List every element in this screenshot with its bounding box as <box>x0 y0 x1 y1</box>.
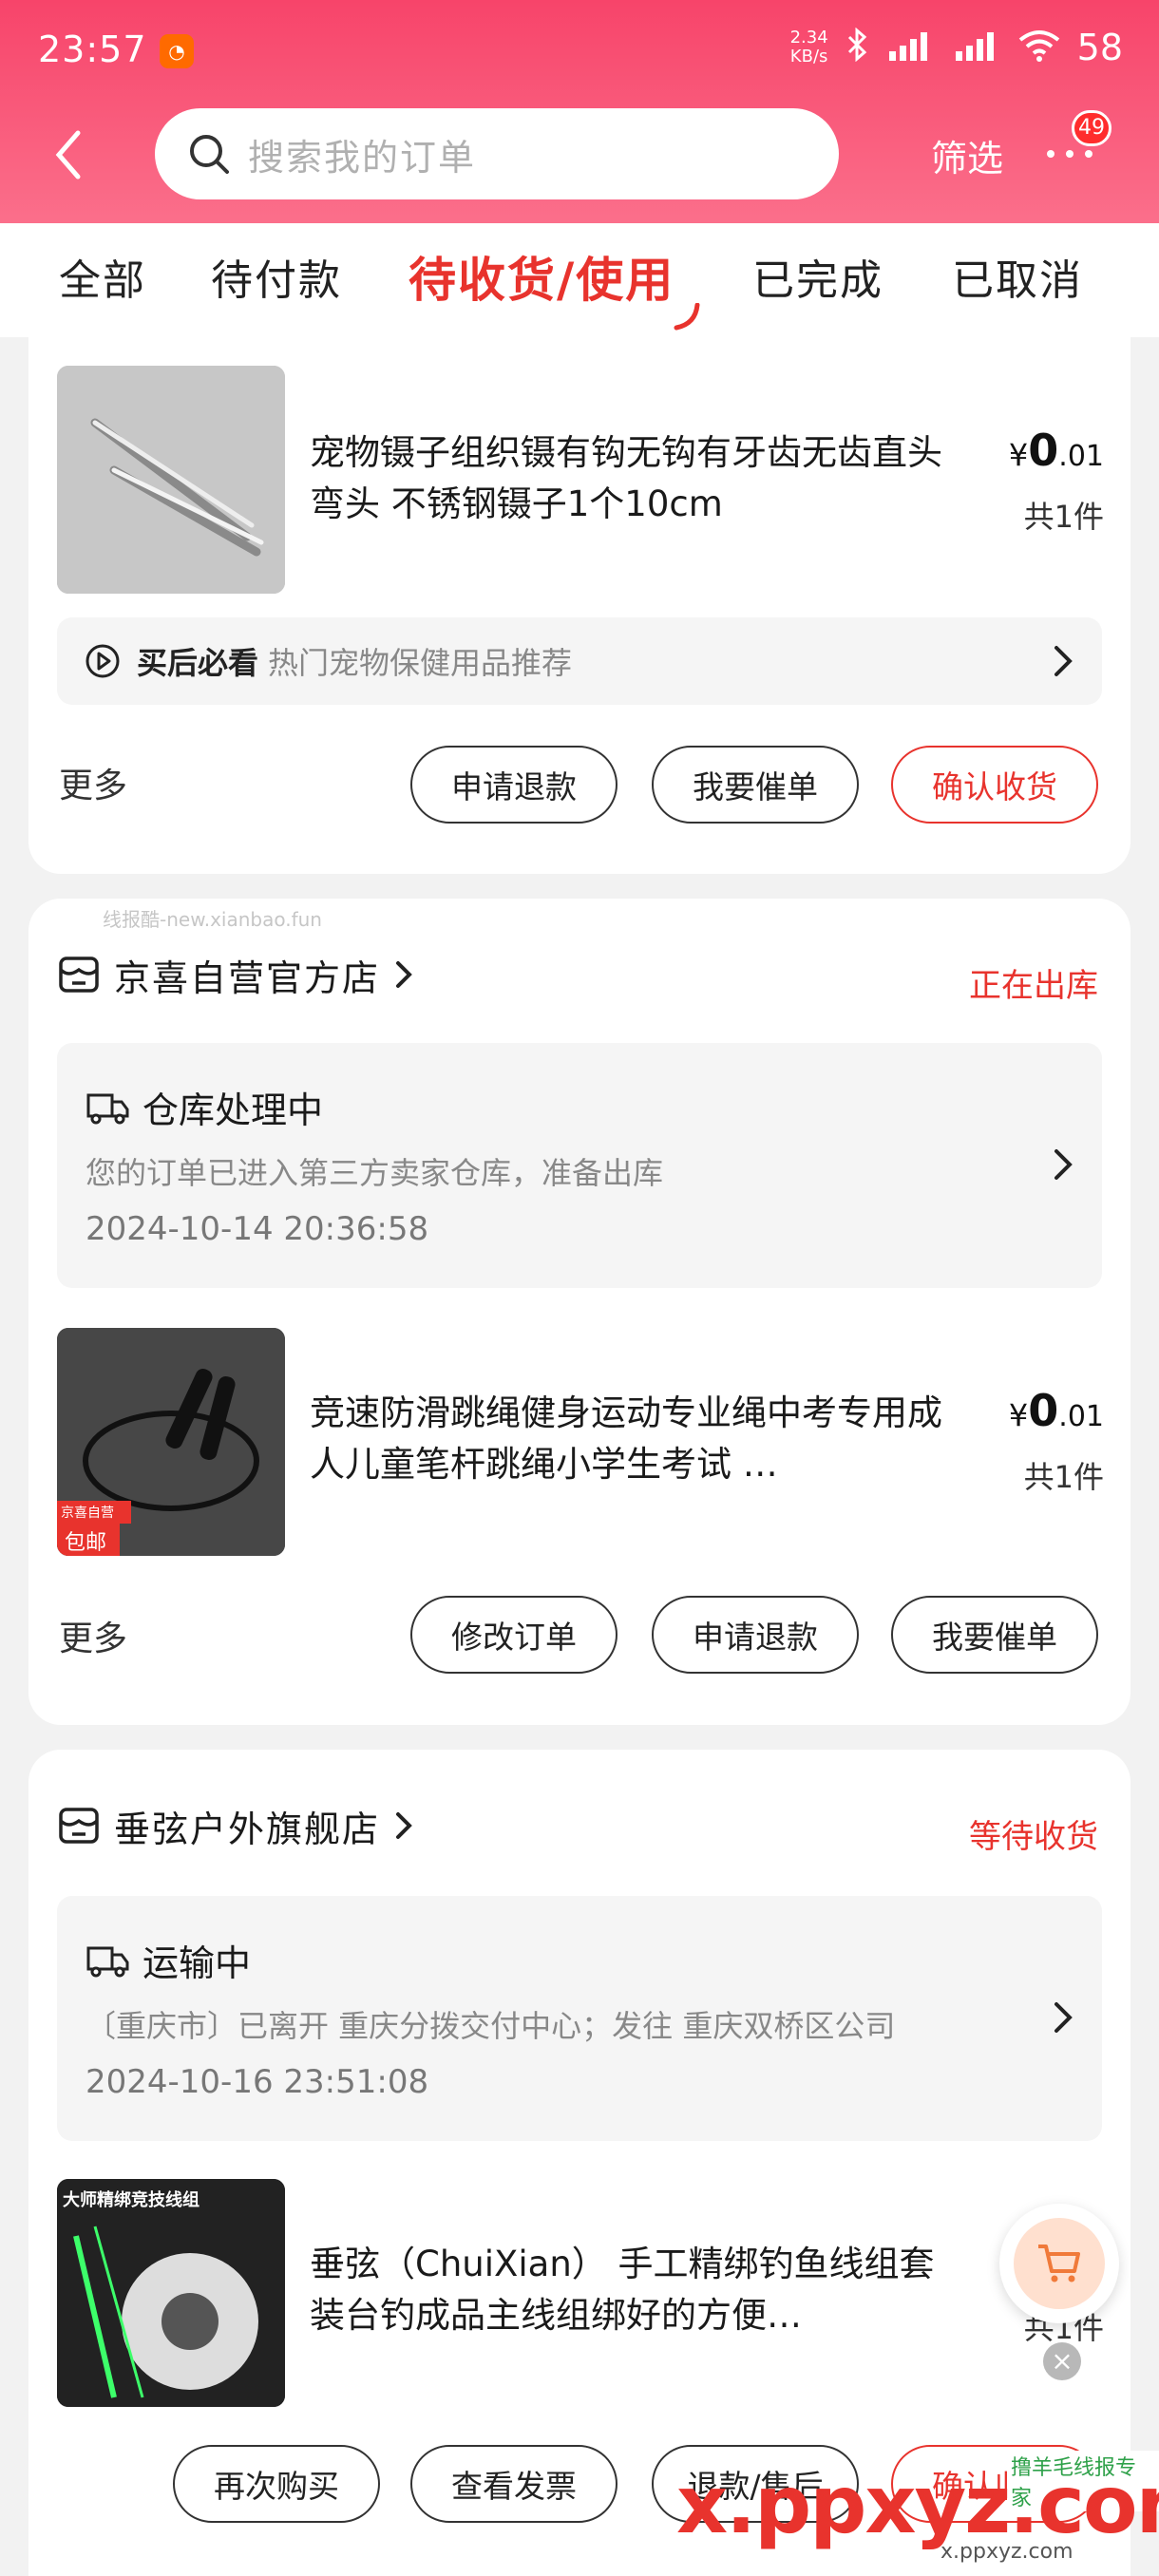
search-placeholder: 搜索我的订单 <box>248 136 477 179</box>
urge-shipment-button[interactable]: 我要催单 <box>652 746 859 824</box>
price-symbol: ¥ <box>1008 437 1029 473</box>
request-refund-button[interactable]: 申请退款 <box>652 1596 859 1674</box>
wifi-icon <box>1018 28 1060 66</box>
chevron-right-icon <box>396 1812 412 1839</box>
product-quantity: 共1件 <box>1023 1459 1104 1495</box>
product-price: ¥0.01 <box>1009 425 1104 476</box>
status-time: 23:57 <box>38 28 147 70</box>
watermark-logo: x.ppxyz.com <box>676 2458 1159 2551</box>
status-right: 2.34 KB/s 58 <box>790 27 1123 68</box>
cart-bubble <box>1014 2218 1105 2309</box>
order-status: 正在出库 <box>969 967 1098 1005</box>
logistics-title-row: 仓库处理中 <box>86 1081 323 1133</box>
status-bar: 23:57 ◔ 2.34 KB/s 58 <box>0 0 1159 104</box>
order-card-2[interactable]: 线报酷-new.xianbao.fun 京喜自营官方店 正在出库 仓库处理中 您… <box>28 899 1130 1725</box>
chevron-right-icon <box>1054 2002 1073 2033</box>
signal-icon-2 <box>952 28 1001 66</box>
filter-button[interactable]: 筛选 <box>931 129 1003 181</box>
view-invoice-button[interactable]: 查看发票 <box>410 2445 618 2523</box>
order-card-1[interactable]: 宠物镊子组织镊有钩无钩有牙齿无齿直头弯头 不锈钢镊子1个10cm ¥0.01 共… <box>28 337 1130 874</box>
tweezers-image <box>57 366 285 594</box>
shop-header[interactable]: 京喜自营官方店 <box>57 946 414 1003</box>
search-icon <box>190 135 229 174</box>
logistics-title: 仓库处理中 <box>142 1089 324 1131</box>
shop-header[interactable]: 垂弦户外旗舰店 <box>57 1797 414 1854</box>
truck-icon <box>86 1093 129 1124</box>
cart-icon <box>1038 2245 1080 2282</box>
logistics-panel[interactable]: 运输中 〔重庆市〕已离开 重庆分拨交付中心；发往 重庆双桥区公司 2024-10… <box>57 1896 1102 2141</box>
price-decimal: .01 <box>1058 440 1104 473</box>
product-title[interactable]: 垂弦（ChuiXian） 手工精绑钓鱼线组套装台钓成品主线组绑好的方便… <box>310 2239 965 2341</box>
back-button[interactable] <box>49 122 106 188</box>
price-integer: 0 <box>1028 1385 1059 1436</box>
net-speed-unit: KB/s <box>789 47 828 66</box>
price-decimal: .01 <box>1058 1400 1104 1433</box>
logistics-time: 2024-10-14 20:36:58 <box>86 1210 429 1248</box>
product-thumbnail[interactable] <box>57 366 285 594</box>
order-status: 等待收货 <box>969 1818 1098 1856</box>
fishing-line-image <box>57 2179 285 2407</box>
app-notification-icon: ◔ <box>160 34 194 68</box>
search-input[interactable]: 搜索我的订单 <box>155 108 839 199</box>
app-header: 23:57 ◔ 2.34 KB/s 58 搜索我的订单 筛选 49 <box>0 0 1159 223</box>
tab-completed[interactable]: 已完成 <box>752 246 884 307</box>
after-purchase-tip[interactable]: 买后必看 热门宠物保健用品推荐 <box>57 617 1102 705</box>
product-price: ¥0.01 <box>1009 1385 1104 1436</box>
buy-again-button[interactable]: 再次购买 <box>173 2445 380 2523</box>
floating-cart-button[interactable] <box>999 2204 1119 2323</box>
tab-pending-receipt[interactable]: 待收货/使用 <box>408 242 674 311</box>
jump-rope-image <box>57 1328 285 1556</box>
product-thumbnail[interactable]: 大师精绑竞技线组 <box>57 2179 285 2407</box>
shop-name: 垂弦户外旗舰店 <box>114 1808 381 1850</box>
watermark-url: x.ppxyz.com <box>940 2540 1074 2564</box>
tab-pending-payment[interactable]: 待付款 <box>211 246 342 307</box>
battery-level: 58 <box>1076 27 1123 68</box>
self-operated-tag: 京喜自营 <box>61 1506 114 1521</box>
store-icon <box>59 957 99 993</box>
tip-text: 热门宠物保健用品推荐 <box>268 645 573 681</box>
thumbnail-caption: 大师精绑竞技线组 <box>63 2190 200 2210</box>
logistics-panel[interactable]: 仓库处理中 您的订单已进入第三方卖家仓库，准备出库 2024-10-14 20:… <box>57 1043 1102 1288</box>
bluetooth-icon <box>846 27 868 68</box>
logistics-description: 〔重庆市〕已离开 重庆分拨交付中心；发往 重庆双桥区公司 <box>86 2008 896 2044</box>
price-integer: 0 <box>1028 425 1059 476</box>
logistics-time: 2024-10-16 23:51:08 <box>86 2063 429 2101</box>
chevron-right-icon <box>1054 1149 1073 1180</box>
shop-name: 京喜自营官方店 <box>114 957 381 999</box>
more-actions[interactable]: 更多 <box>59 1611 127 1660</box>
net-speed: 2.34 KB/s <box>790 28 828 66</box>
price-symbol: ¥ <box>1008 1397 1029 1433</box>
request-refund-button[interactable]: 申请退款 <box>410 746 618 824</box>
modify-order-button[interactable]: 修改订单 <box>410 1596 618 1674</box>
tab-all[interactable]: 全部 <box>59 246 146 307</box>
product-thumbnail[interactable]: 京喜自营 包邮 <box>57 1328 285 1556</box>
order-card-3[interactable]: 垂弦户外旗舰店 等待收货 运输中 〔重庆市〕已离开 重庆分拨交付中心；发往 重庆… <box>28 1750 1130 2576</box>
logistics-title-row: 运输中 <box>86 1934 251 1986</box>
more-actions[interactable]: 更多 <box>59 758 127 807</box>
product-title[interactable]: 宠物镊子组织镊有钩无钩有牙齿无齿直头弯头 不锈钢镊子1个10cm <box>310 427 965 530</box>
product-quantity: 共1件 <box>1023 499 1104 535</box>
product-title[interactable]: 竞速防滑跳绳健身运动专业绳中考专用成人儿童笔杆跳绳小学生考试 … <box>310 1388 965 1490</box>
chevron-left-icon <box>55 130 81 180</box>
net-speed-value: 2.34 <box>789 28 828 47</box>
logistics-description: 您的订单已进入第三方卖家仓库，准备出库 <box>86 1155 664 1191</box>
close-float-icon[interactable]: × <box>1043 2342 1081 2380</box>
free-shipping-tag: 包邮 <box>65 1531 107 1555</box>
nav-row: 搜索我的订单 筛选 49 <box>0 104 1159 209</box>
truck-icon <box>86 1946 129 1977</box>
chevron-right-icon <box>1054 646 1073 676</box>
logistics-title: 运输中 <box>142 1942 252 1984</box>
message-badge: 49 <box>1072 110 1112 146</box>
store-icon <box>59 1808 99 1844</box>
active-tab-indicator <box>674 303 700 331</box>
play-circle-icon <box>86 644 120 678</box>
tip-title: 买后必看 <box>137 645 259 681</box>
signal-icon <box>885 28 935 66</box>
watermark-text: 线报酷-new.xianbao.fun <box>103 908 322 931</box>
urge-shipment-button[interactable]: 我要催单 <box>891 1596 1098 1674</box>
tab-cancelled[interactable]: 已取消 <box>952 246 1083 307</box>
chevron-right-icon <box>396 961 412 988</box>
order-tabs: 全部 待付款 待收货/使用 已完成 已取消 <box>0 223 1159 337</box>
confirm-receipt-button[interactable]: 确认收货 <box>891 746 1098 824</box>
